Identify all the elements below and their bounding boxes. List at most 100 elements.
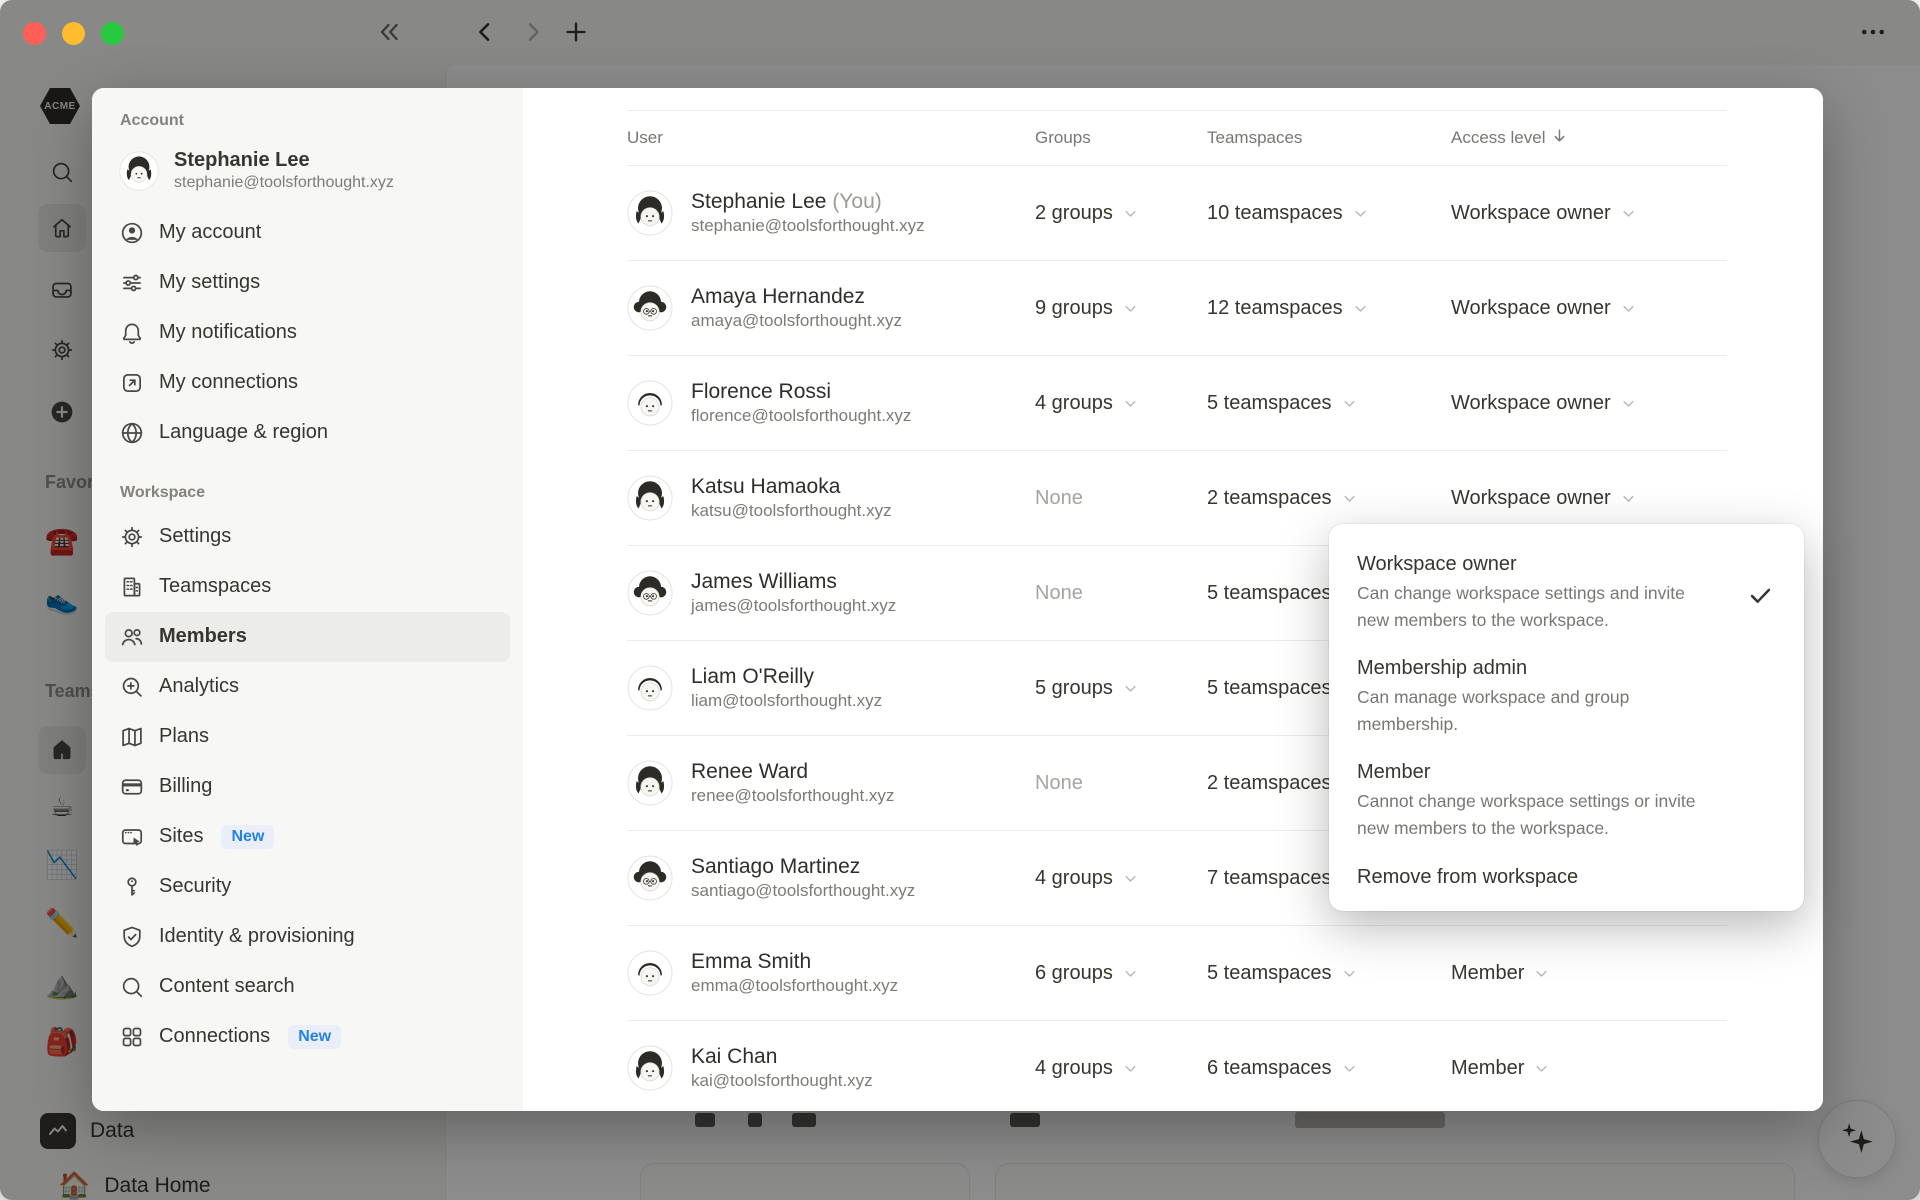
groups-cell[interactable]: 9 groups <box>1035 297 1207 320</box>
minimize-window-button[interactable] <box>62 22 85 45</box>
option-title: Workspace owner <box>1357 553 1517 575</box>
sidebar-item-billing[interactable]: Billing <box>105 762 510 812</box>
dropdown-option-membership-admin[interactable]: Membership admin Can manage workspace and… <box>1329 644 1804 748</box>
sidebar-item-my-account[interactable]: My account <box>105 208 510 258</box>
teamspaces-cell[interactable]: 2 teamspaces <box>1207 487 1451 510</box>
member-name: Renee Ward <box>691 759 809 783</box>
groups-cell[interactable]: 6 groups <box>1035 962 1207 985</box>
access-level-cell[interactable]: Member <box>1451 1057 1727 1080</box>
member-row: Amaya Hernandez amaya@toolsforthought.xyz… <box>627 261 1727 356</box>
member-email: kai@toolsforthought.xyz <box>691 1071 873 1091</box>
groups-cell: None <box>1035 771 1083 794</box>
member-row: Stephanie Lee (You) stephanie@toolsfortho… <box>627 166 1727 261</box>
member-name: Emma Smith <box>691 949 812 973</box>
access-level-cell[interactable]: Member <box>1451 962 1727 985</box>
sidebar-item-my-settings[interactable]: My settings <box>105 258 510 308</box>
sliders-icon <box>119 270 145 296</box>
groups-cell[interactable]: 4 groups <box>1035 867 1207 890</box>
teamspaces-cell[interactable]: 5 teamspaces <box>1207 392 1451 415</box>
teamspaces-cell[interactable]: 5 teamspaces <box>1207 962 1451 985</box>
window-controls <box>23 22 124 45</box>
gear-icon <box>119 524 145 550</box>
sidebar-item-plans[interactable]: Plans <box>105 712 510 762</box>
member-name: Amaya Hernandez <box>691 284 865 308</box>
sidebar-item-content-search[interactable]: Content search <box>105 962 510 1012</box>
sidebar-item-label: Settings <box>159 525 232 548</box>
sidebar-item-my-connections[interactable]: My connections <box>105 358 510 408</box>
avatar <box>119 151 159 191</box>
close-window-button[interactable] <box>23 22 46 45</box>
sidebar-item-settings[interactable]: Settings <box>105 512 510 562</box>
dropdown-option-member[interactable]: Member Cannot change workspace settings o… <box>1329 748 1804 852</box>
user-cell: Santiago Martinez santiago@toolsforthough… <box>627 853 1035 903</box>
column-header-groups[interactable]: Groups <box>1035 128 1207 148</box>
groups-cell: None <box>1035 581 1083 604</box>
access-level-cell[interactable]: Workspace owner <box>1451 392 1727 415</box>
groups-cell[interactable]: 5 groups <box>1035 677 1207 700</box>
sidebar-item-label: Teamspaces <box>159 575 272 598</box>
sidebar-item-members[interactable]: Members <box>105 611 510 662</box>
column-header-access-level[interactable]: Access level <box>1451 127 1727 149</box>
member-name: Santiago Martinez <box>691 854 861 878</box>
search-icon <box>119 974 145 1000</box>
teamspaces-cell[interactable]: 10 teamspaces <box>1207 202 1451 225</box>
sidebar-item-security[interactable]: Security <box>105 862 510 912</box>
workspace-section-label: Workspace <box>120 483 206 501</box>
map-icon <box>119 724 145 750</box>
grid-icon <box>119 1024 145 1050</box>
user-cell: Kai Chan kai@toolsforthought.xyz <box>627 1043 1035 1093</box>
sidebar-item-analytics[interactable]: Analytics <box>105 662 510 712</box>
user-cell: James Williams james@toolsforthought.xyz <box>627 568 1035 618</box>
teamspaces-cell[interactable]: 6 teamspaces <box>1207 1057 1451 1080</box>
building-icon <box>119 574 145 600</box>
access-level-cell[interactable]: Workspace owner <box>1451 487 1727 510</box>
avatar <box>627 950 673 996</box>
shield-icon <box>119 924 145 950</box>
bell-icon <box>119 320 145 346</box>
access-level-cell[interactable]: Workspace owner <box>1451 202 1727 225</box>
sidebar-item-label: Analytics <box>159 675 240 698</box>
sidebar-item-identity-provisioning[interactable]: Identity & provisioning <box>105 912 510 962</box>
avatar <box>627 475 673 521</box>
avatar <box>627 1045 673 1091</box>
avatar <box>627 855 673 901</box>
sidebar-item-label: Plans <box>159 725 210 748</box>
dropdown-option-workspace-owner[interactable]: Workspace owner Can change workspace sett… <box>1329 540 1804 644</box>
avatar <box>627 190 673 236</box>
access-level-cell[interactable]: Workspace owner <box>1451 297 1727 320</box>
remove-from-workspace-option[interactable]: Remove from workspace <box>1329 852 1804 897</box>
sidebar-item-language-region[interactable]: Language & region <box>105 408 510 458</box>
sidebar-item-label: Language & region <box>159 421 329 444</box>
sidebar-item-teamspaces[interactable]: Teamspaces <box>105 562 510 612</box>
teamspaces-cell[interactable]: 12 teamspaces <box>1207 297 1451 320</box>
groups-cell[interactable]: 2 groups <box>1035 202 1207 225</box>
member-name: James Williams <box>691 569 837 593</box>
option-description: Can change workspace settings and invite… <box>1357 583 1685 630</box>
avatar <box>627 760 673 806</box>
user-cell: Renee Ward renee@toolsforthought.xyz <box>627 758 1035 808</box>
column-header-user[interactable]: User <box>627 128 1035 148</box>
member-name: Stephanie Lee (You) <box>691 189 882 213</box>
user-cell: Florence Rossi florence@toolsforthought.x… <box>627 378 1035 428</box>
groups-cell[interactable]: 4 groups <box>1035 1057 1207 1080</box>
card-icon <box>119 774 145 800</box>
sidebar-item-sites[interactable]: Sites New <box>105 812 510 862</box>
member-email: renee@toolsforthought.xyz <box>691 786 895 806</box>
sidebar-item-label: Members <box>159 625 247 648</box>
groups-cell[interactable]: 4 groups <box>1035 392 1207 415</box>
member-email: amaya@toolsforthought.xyz <box>691 311 902 331</box>
user-cell: Emma Smith emma@toolsforthought.xyz <box>627 948 1035 998</box>
avatar <box>627 570 673 616</box>
sidebar-item-label: My account <box>159 221 262 244</box>
sidebar-item-connections[interactable]: Connections New <box>105 1012 510 1062</box>
member-row: Emma Smith emma@toolsforthought.xyz 6 grou… <box>627 926 1727 1021</box>
member-name: Katsu Hamaoka <box>691 474 841 498</box>
sidebar-item-my-notifications[interactable]: My notifications <box>105 308 510 358</box>
user-cell: Stephanie Lee (You) stephanie@toolsfortho… <box>627 188 1035 238</box>
sidebar-profile[interactable]: Stephanie Lee stephanie@toolsforthought.… <box>105 140 510 202</box>
column-header-teamspaces[interactable]: Teamspaces <box>1207 128 1451 148</box>
zoom-window-button[interactable] <box>101 22 124 45</box>
avatar <box>627 285 673 331</box>
people-icon <box>119 624 145 650</box>
sidebar-item-label: Sites <box>159 825 204 848</box>
